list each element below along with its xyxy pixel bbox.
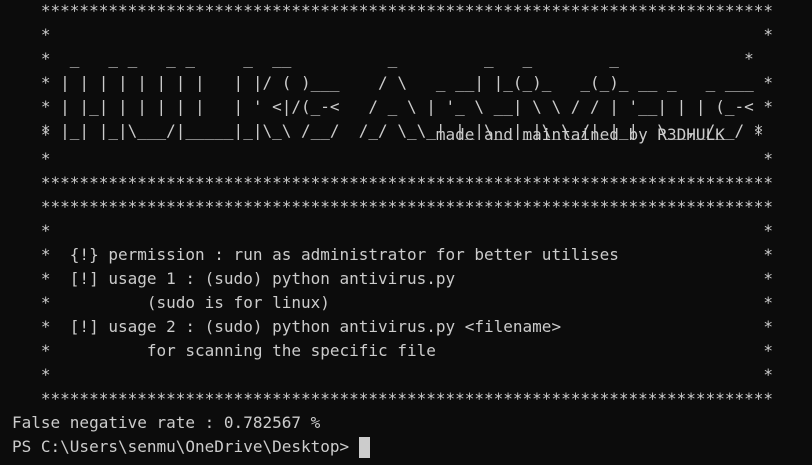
permission-line: * {!} permission : run as administrator … — [12, 245, 773, 264]
banner-ascii-art-line: * | | | | | | | | | |/ ( )___ / \ _ __| … — [12, 73, 773, 92]
banner-border-top: ****************************************… — [12, 1, 773, 20]
banner-blank-line: * * — [12, 25, 773, 44]
usage-1-note: * (sudo is for linux) * — [12, 293, 773, 312]
text-cursor — [358, 437, 370, 458]
banner-credit: * made and maintained by R3DHULK * — [12, 125, 764, 144]
banner-border: ****************************************… — [12, 173, 773, 192]
banner-ascii-art-line: * _ _ _ _ _ _ __ _ _ _ _ * — [12, 49, 754, 68]
usage-2-line: * [!] usage 2 : (sudo) python antivirus.… — [12, 317, 773, 336]
banner-border-bottom: ****************************************… — [12, 389, 773, 408]
powershell-prompt[interactable]: PS C:\Users\senmu\OneDrive\Desktop> — [12, 435, 359, 459]
banner-blank-line: * * — [12, 149, 773, 168]
banner-border: ****************************************… — [12, 197, 773, 216]
usage-2-note: * for scanning the specific file * — [12, 341, 773, 360]
false-negative-rate-output: False negative rate : 0.782567 % — [12, 413, 321, 432]
usage-1-line: * [!] usage 1 : (sudo) python antivirus.… — [12, 269, 773, 288]
banner-blank-line: * * — [12, 365, 773, 384]
banner-ascii-art-line: * | |_| | | | | | | ' <|/(_-< / _ \ | '_… — [12, 97, 773, 116]
banner-blank-line: * * — [12, 221, 773, 240]
terminal-window[interactable]: ****************************************… — [0, 0, 812, 465]
